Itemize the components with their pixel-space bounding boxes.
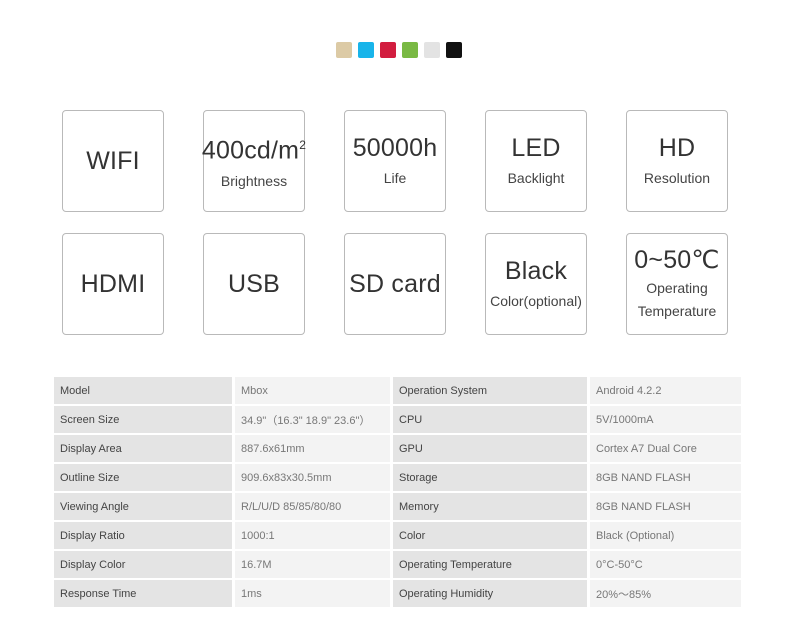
spec-value: 0°C-50°C bbox=[590, 551, 741, 578]
feature-card-temperature: 0~50℃ Operating Temperature bbox=[626, 233, 728, 335]
spec-value: 1ms bbox=[235, 580, 390, 607]
table-row: Display Ratio 1000:1 Color Black (Optional) bbox=[54, 522, 741, 549]
spec-label: Screen Size bbox=[54, 406, 232, 433]
feature-subtitle: Brightness bbox=[220, 172, 288, 189]
feature-title: USB bbox=[227, 270, 280, 298]
feature-card-backlight: LED Backlight bbox=[485, 110, 587, 212]
spec-label: Display Color bbox=[54, 551, 232, 578]
feature-title: 50000h bbox=[352, 134, 438, 162]
feature-card-sd-card: SD card bbox=[344, 233, 446, 335]
feature-card-color: Black Color(optional) bbox=[485, 233, 587, 335]
spec-label: Memory bbox=[393, 493, 587, 520]
color-swatch-black[interactable] bbox=[446, 42, 462, 58]
spec-label: Response Time bbox=[54, 580, 232, 607]
feature-subtitle-line2: Temperature bbox=[637, 303, 717, 319]
feature-title: Black bbox=[504, 257, 568, 285]
spec-value: Black (Optional) bbox=[590, 522, 741, 549]
spec-label: Operation System bbox=[393, 377, 587, 404]
feature-subtitle: Resolution bbox=[643, 170, 711, 186]
table-row: Screen Size 34.9"（16.3" 18.9" 23.6"） CPU 5V… bbox=[54, 406, 741, 433]
table-row: Model Mbox Operation System Android 4.2.2 bbox=[54, 377, 741, 404]
color-swatch-red[interactable] bbox=[380, 42, 396, 58]
feature-card-brightness: 400cd/m2 Brightness bbox=[201, 110, 307, 212]
spec-value: 909.6x83x30.5mm bbox=[235, 464, 390, 491]
feature-subtitle: Life bbox=[383, 170, 407, 186]
table-row: Response Time 1ms Operating Humidity 20%～85… bbox=[54, 580, 741, 607]
spec-value: 1000:1 bbox=[235, 522, 390, 549]
feature-card-usb: USB bbox=[203, 233, 305, 335]
table-row: Display Area 887.6x61mm GPU Cortex A7 Dual … bbox=[54, 435, 741, 462]
spec-value: 16.7M bbox=[235, 551, 390, 578]
spec-label: Display Area bbox=[54, 435, 232, 462]
spec-value: R/L/U/D 85/85/80/80 bbox=[235, 493, 390, 520]
feature-card-life: 50000h Life bbox=[344, 110, 446, 212]
feature-subtitle: Backlight bbox=[507, 170, 565, 186]
table-row: Outline Size 909.6x83x30.5mm Storage 8GB NA… bbox=[54, 464, 741, 491]
feature-card-hdmi: HDMI bbox=[62, 233, 164, 335]
spec-label: Viewing Angle bbox=[54, 493, 232, 520]
feature-title: 400cd/m2 bbox=[201, 136, 307, 165]
spec-label: Display Ratio bbox=[54, 522, 232, 549]
feature-subtitle: Operating bbox=[646, 280, 708, 296]
spec-label: Operating Humidity bbox=[393, 580, 587, 607]
spec-label: GPU bbox=[393, 435, 587, 462]
feature-title: WIFI bbox=[86, 147, 140, 175]
spec-value: 8GB NAND FLASH bbox=[590, 464, 741, 491]
spec-value: Android 4.2.2 bbox=[590, 377, 741, 404]
table-row: Display Color 16.7M Operating Temperature 0… bbox=[54, 551, 741, 578]
feature-card-resolution: HD Resolution bbox=[626, 110, 728, 212]
spec-label: Operating Temperature bbox=[393, 551, 587, 578]
color-swatch-green[interactable] bbox=[402, 42, 418, 58]
spec-value: 8GB NAND FLASH bbox=[590, 493, 741, 520]
spec-label: Color bbox=[393, 522, 587, 549]
spec-label: Storage bbox=[393, 464, 587, 491]
color-swatch-blue[interactable] bbox=[358, 42, 374, 58]
spec-label: CPU bbox=[393, 406, 587, 433]
spec-value: 34.9"（16.3" 18.9" 23.6"） bbox=[235, 406, 390, 433]
feature-card-wifi: WIFI bbox=[62, 110, 164, 212]
feature-title: SD card bbox=[349, 270, 441, 298]
feature-title: LED bbox=[511, 134, 561, 162]
spec-value: Mbox bbox=[235, 377, 390, 404]
table-row: Viewing Angle R/L/U/D 85/85/80/80 Memory 8G… bbox=[54, 493, 741, 520]
spec-value: Cortex A7 Dual Core bbox=[590, 435, 741, 462]
feature-grid: WIFI 400cd/m2 Brightness 50000h Life LED… bbox=[62, 110, 728, 335]
color-swatch-white[interactable] bbox=[424, 42, 440, 58]
spec-label: Model bbox=[54, 377, 232, 404]
spec-label: Outline Size bbox=[54, 464, 232, 491]
spec-value: 20%～85% bbox=[590, 580, 741, 607]
spec-table: Model Mbox Operation System Android 4.2.2 Sc… bbox=[54, 375, 741, 609]
feature-subtitle: Color(optional) bbox=[490, 293, 582, 309]
feature-title: 0~50℃ bbox=[634, 246, 720, 274]
spec-value: 5V/1000mA bbox=[590, 406, 741, 433]
feature-title: HD bbox=[658, 134, 696, 162]
spec-value: 887.6x61mm bbox=[235, 435, 390, 462]
feature-title: HDMI bbox=[80, 270, 146, 298]
color-swatches bbox=[336, 42, 462, 58]
color-swatch-gold[interactable] bbox=[336, 42, 352, 58]
